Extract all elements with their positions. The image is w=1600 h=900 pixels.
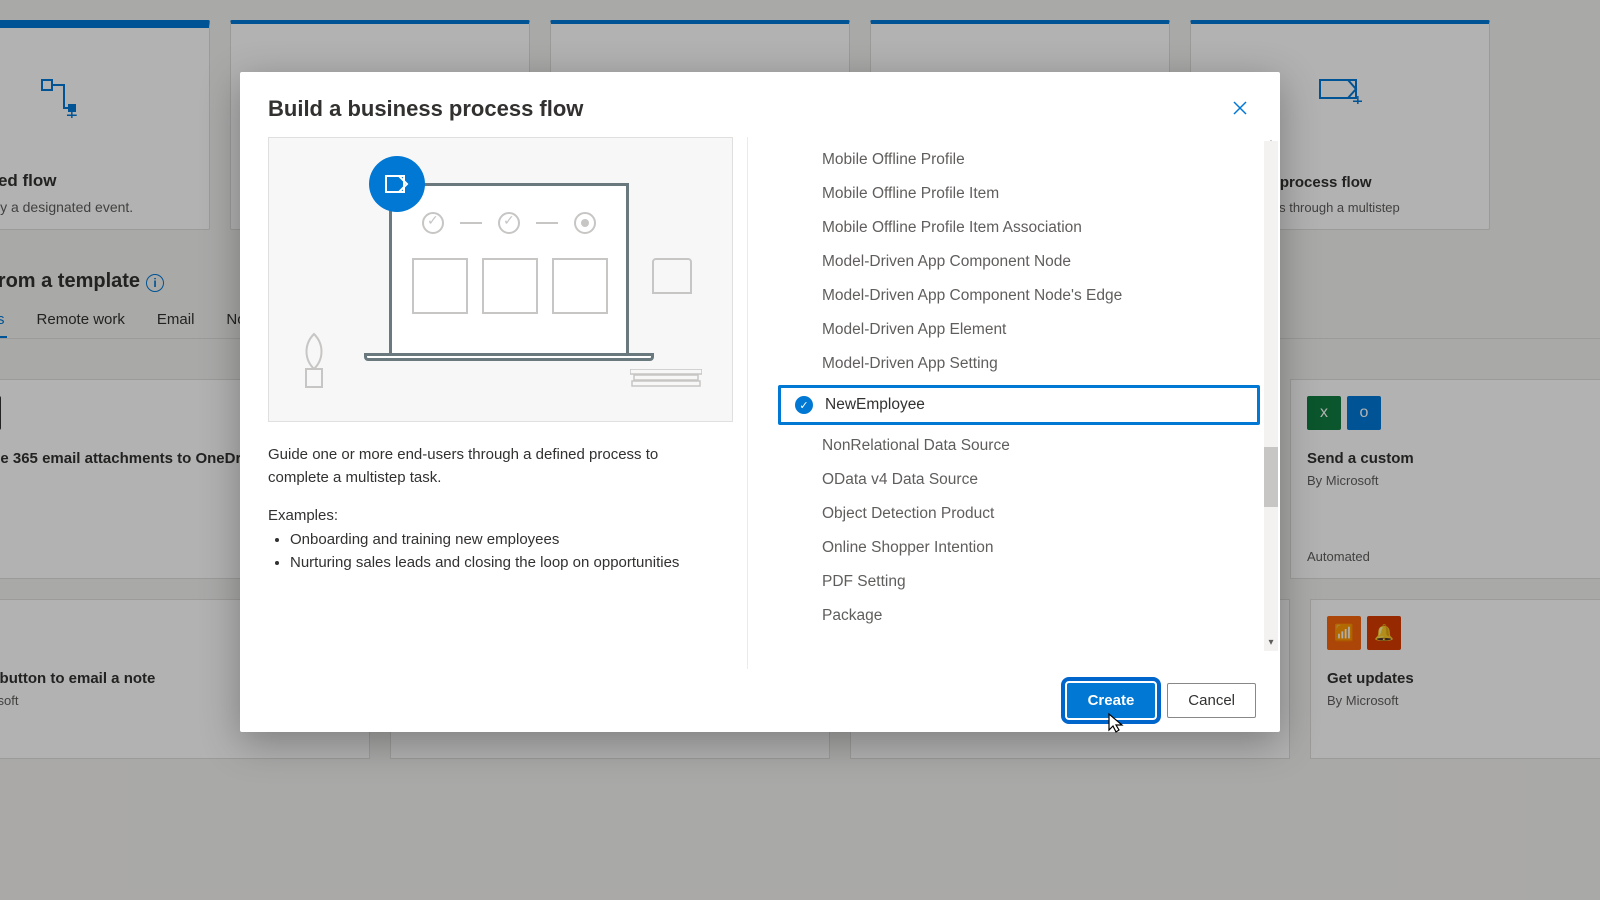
examples-label: Examples: — [268, 507, 717, 524]
entity-option[interactable]: PDF Setting — [778, 565, 1260, 599]
entity-option-selected[interactable]: ✓ NewEmployee — [778, 385, 1260, 425]
entity-option[interactable]: Online Shopper Intention — [778, 531, 1260, 565]
modal-left-pane: Guide one or more end-users through a de… — [268, 137, 748, 669]
examples-list: Onboarding and training new employees Nu… — [268, 528, 717, 575]
entity-option[interactable]: Model-Driven App Element — [778, 313, 1260, 347]
example-item: Nurturing sales leads and closing the lo… — [290, 551, 717, 574]
build-bpf-modal: Build a business process flow — [240, 72, 1280, 732]
bpf-illustration — [268, 137, 733, 422]
scrollbar-track[interactable] — [1264, 141, 1278, 651]
entity-option[interactable]: Mobile Offline Profile — [778, 143, 1260, 177]
entity-option[interactable]: Mobile Offline Profile Item — [778, 177, 1260, 211]
entity-option[interactable]: OData v4 Data Source — [778, 463, 1260, 497]
entity-label: NewEmployee — [825, 396, 925, 414]
create-button[interactable]: Create — [1067, 683, 1156, 718]
bpf-badge-icon — [369, 156, 425, 212]
entity-option[interactable]: Mobile Offline Profile Item Association — [778, 211, 1260, 245]
modal-title: Build a business process flow — [268, 96, 583, 125]
close-button[interactable] — [1228, 96, 1252, 125]
entity-option[interactable]: NonRelational Data Source — [778, 429, 1260, 463]
example-item: Onboarding and training new employees — [290, 528, 717, 551]
scroll-down-arrow[interactable]: ▾ — [1264, 637, 1278, 651]
scrollbar-thumb[interactable] — [1264, 447, 1278, 507]
entity-option[interactable]: Object Detection Product — [778, 497, 1260, 531]
modal-description: Guide one or more end-users through a de… — [268, 444, 717, 489]
entity-option[interactable]: Package — [778, 599, 1260, 633]
cancel-button[interactable]: Cancel — [1167, 683, 1256, 718]
entity-option[interactable]: Model-Driven App Component Node — [778, 245, 1260, 279]
entity-picker: Mobile Offline Profile Mobile Offline Pr… — [748, 137, 1280, 669]
check-icon: ✓ — [795, 396, 813, 414]
entity-option[interactable]: Model-Driven App Component Node's Edge — [778, 279, 1260, 313]
entity-option[interactable]: Model-Driven App Setting — [778, 347, 1260, 381]
